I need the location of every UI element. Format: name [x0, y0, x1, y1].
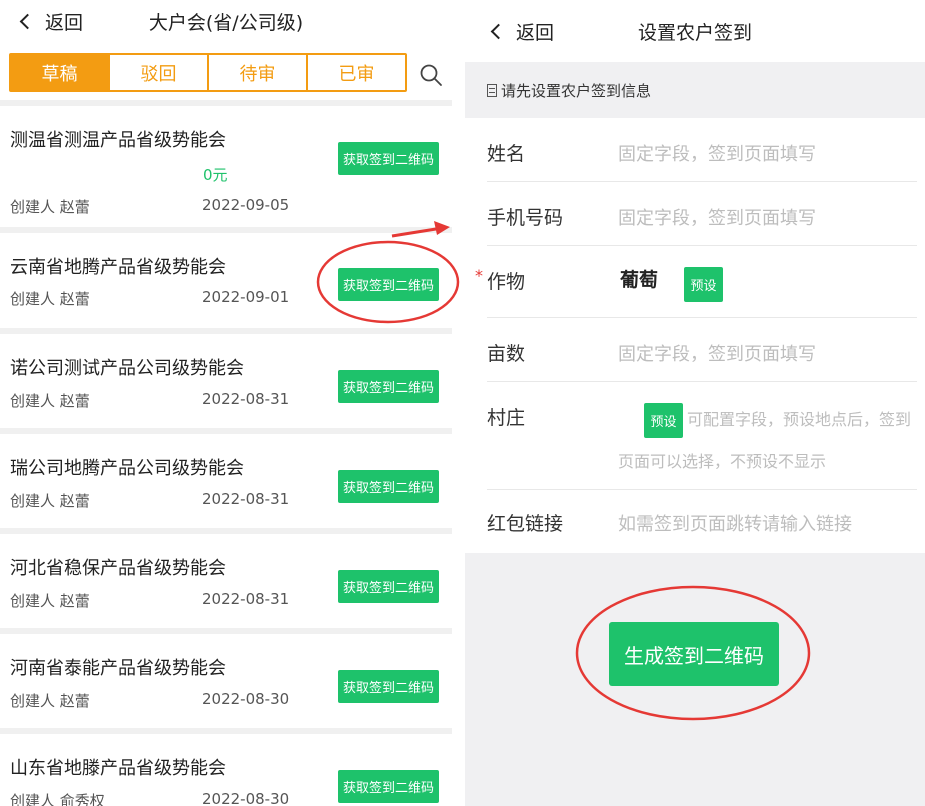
- item-creator: 创建人 赵蕾: [10, 592, 90, 610]
- signin-setup-screen: 返回 设置农户签到 请先设置农户签到信息 姓名 固定字段，签到页面填写 手机号码…: [465, 0, 925, 806]
- get-qr-code-button[interactable]: 获取签到二维码: [338, 570, 439, 603]
- form-row-phone: 手机号码 固定字段，签到页面填写: [465, 182, 925, 246]
- form-row-name: 姓名 固定字段，签到页面填写: [465, 118, 925, 182]
- get-qr-code-button[interactable]: 获取签到二维码: [338, 370, 439, 403]
- name-field: 固定字段，签到页面填写: [618, 144, 816, 165]
- item-date: 2022-08-31: [202, 390, 290, 408]
- item-date: 2022-08-30: [202, 790, 290, 806]
- form-row-redpacket: 红包链接 如需签到页面跳转请输入链接: [465, 490, 925, 553]
- activity-list-screen: 返回 大户会(省/公司级) 草稿 驳回 待审 已审 测温省测温产品省级势能会 0…: [0, 0, 452, 806]
- back-label: 返回: [45, 11, 84, 34]
- list-item[interactable]: 诺公司测试产品公司级势能会 创建人 赵蕾 2022-08-31 获取签到二维码: [0, 334, 452, 428]
- list-item[interactable]: 河北省稳保产品省级势能会 创建人 赵蕾 2022-08-31 获取签到二维码: [0, 534, 452, 628]
- page-title: 大户会(省/公司级): [148, 11, 304, 34]
- list-item[interactable]: 测温省测温产品省级势能会 0元 创建人 赵蕾 2022-09-05 获取签到二维…: [0, 106, 452, 227]
- name-label: 姓名: [487, 143, 526, 165]
- item-title: 河南省泰能产品省级势能会: [10, 658, 226, 679]
- item-title: 瑞公司地腾产品公司级势能会: [10, 458, 244, 479]
- info-text: 请先设置农户签到信息: [501, 81, 652, 100]
- item-date: 2022-08-31: [202, 490, 290, 508]
- tab-rejected[interactable]: 驳回: [110, 55, 209, 90]
- item-date: 2022-09-05: [202, 196, 290, 214]
- item-creator: 创建人 俞秀权: [10, 792, 105, 806]
- item-creator: 创建人 赵蕾: [10, 290, 90, 308]
- back-button[interactable]: 返回: [19, 0, 84, 42]
- tab-approved[interactable]: 已审: [308, 55, 405, 90]
- chevron-left-icon: [19, 13, 36, 30]
- signin-form: 姓名 固定字段，签到页面填写 手机号码 固定字段，签到页面填写 * 作物 葡萄 …: [465, 118, 925, 553]
- tab-draft[interactable]: 草稿: [11, 55, 110, 90]
- get-qr-code-button[interactable]: 获取签到二维码: [338, 268, 439, 301]
- chevron-left-icon: [490, 23, 507, 40]
- status-tabs: 草稿 驳回 待审 已审: [9, 53, 407, 92]
- list-item[interactable]: 瑞公司地腾产品公司级势能会 创建人 赵蕾 2022-08-31 获取签到二维码: [0, 434, 452, 528]
- screen-divider: [452, 0, 465, 806]
- get-qr-code-button[interactable]: 获取签到二维码: [338, 670, 439, 703]
- item-title: 山东省地滕产品省级势能会: [10, 758, 226, 779]
- get-qr-code-button[interactable]: 获取签到二维码: [338, 770, 439, 803]
- form-row-area: 亩数 固定字段，签到页面填写: [465, 318, 925, 382]
- phone-field: 固定字段，签到页面填写: [618, 208, 816, 229]
- item-creator: 创建人 赵蕾: [10, 392, 90, 410]
- redpacket-link-input[interactable]: 如需签到页面跳转请输入链接: [618, 510, 852, 536]
- list-item[interactable]: 山东省地滕产品省级势能会 创建人 俞秀权 2022-08-30 获取签到二维码: [0, 734, 452, 806]
- redpacket-label: 红包链接: [487, 513, 564, 535]
- item-date: 2022-08-30: [202, 690, 290, 708]
- village-label: 村庄: [487, 407, 526, 429]
- generate-qr-code-button[interactable]: 生成签到二维码: [609, 622, 779, 686]
- crop-preset-button[interactable]: 预设: [684, 267, 723, 302]
- header: 返回 大户会(省/公司级): [0, 0, 452, 42]
- phone-label: 手机号码: [487, 207, 564, 229]
- item-title: 河北省稳保产品省级势能会: [10, 558, 226, 579]
- item-creator: 创建人 赵蕾: [10, 492, 90, 510]
- crop-label: 作物: [487, 271, 526, 293]
- item-creator: 创建人 赵蕾: [10, 692, 90, 710]
- form-row-crop: * 作物 葡萄 预设: [465, 246, 925, 318]
- list-item[interactable]: 云南省地腾产品省级势能会 创建人 赵蕾 2022-09-01 获取签到二维码: [0, 233, 452, 328]
- search-icon[interactable]: [419, 63, 443, 87]
- info-bar: 请先设置农户签到信息: [465, 62, 925, 118]
- activity-list: 测温省测温产品省级势能会 0元 创建人 赵蕾 2022-09-05 获取签到二维…: [0, 100, 452, 806]
- get-qr-code-button[interactable]: 获取签到二维码: [338, 142, 439, 175]
- tab-pending[interactable]: 待审: [209, 55, 308, 90]
- required-mark: *: [475, 266, 483, 285]
- page-title: 设置农户签到: [637, 21, 752, 44]
- header: 返回 设置农户签到: [465, 0, 925, 62]
- item-amount: 0元: [203, 166, 228, 184]
- item-creator: 创建人 赵蕾: [10, 198, 90, 216]
- item-date: 2022-09-01: [202, 288, 290, 306]
- back-button[interactable]: 返回: [490, 0, 555, 62]
- area-field: 固定字段，签到页面填写: [618, 344, 816, 365]
- item-date: 2022-08-31: [202, 590, 290, 608]
- back-label: 返回: [516, 21, 555, 44]
- get-qr-code-button[interactable]: 获取签到二维码: [338, 470, 439, 503]
- item-title: 测温省测温产品省级势能会: [10, 130, 226, 151]
- tabs-row: 草稿 驳回 待审 已审: [0, 42, 452, 100]
- item-title: 云南省地腾产品省级势能会: [10, 257, 226, 278]
- item-title: 诺公司测试产品公司级势能会: [10, 358, 244, 379]
- village-preset-button[interactable]: 预设: [644, 403, 683, 438]
- village-hint: 可配置字段，预设地点后，签到: [687, 410, 912, 429]
- form-row-village: 村庄 预设 可配置字段，预设地点后，签到 页面可以选择，不预设不显示: [465, 382, 925, 490]
- area-label: 亩数: [487, 343, 526, 365]
- list-item[interactable]: 河南省泰能产品省级势能会 创建人 赵蕾 2022-08-30 获取签到二维码: [0, 634, 452, 728]
- village-hint: 页面可以选择，不预设不显示: [618, 452, 827, 471]
- document-icon: [487, 83, 497, 97]
- crop-value: 葡萄: [620, 269, 659, 291]
